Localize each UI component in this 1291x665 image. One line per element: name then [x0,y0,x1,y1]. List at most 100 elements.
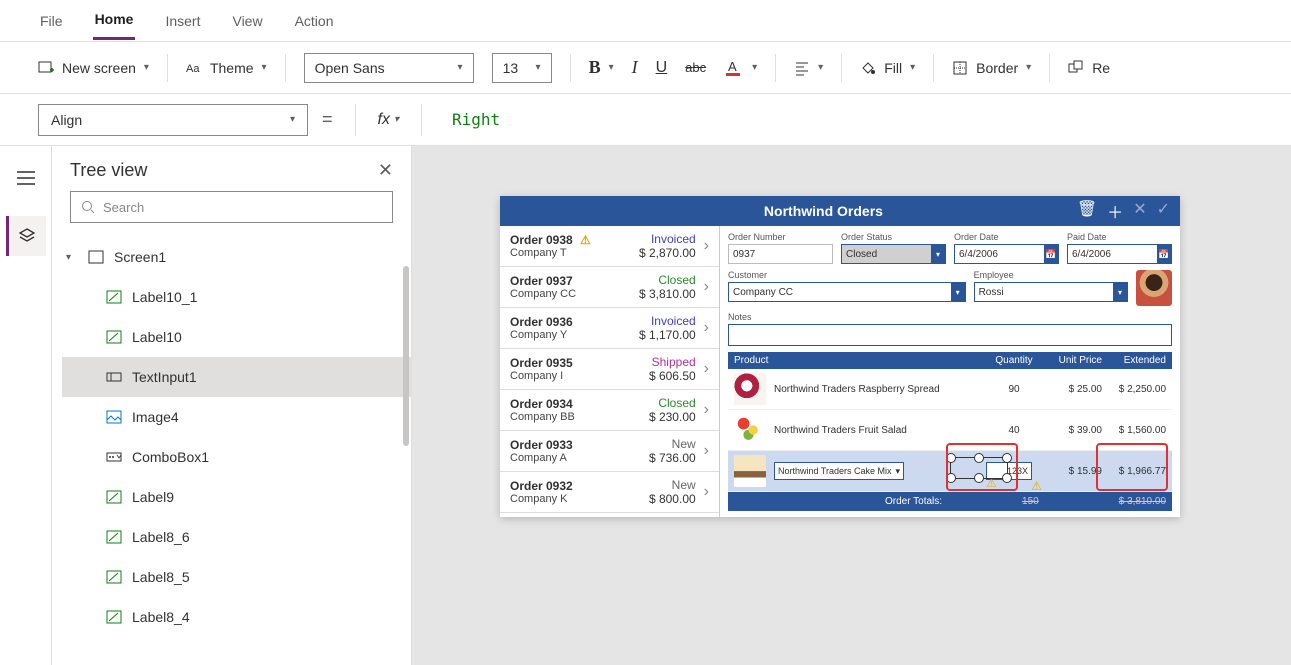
order-list-item[interactable]: Order 0938 ⚠Company TInvoiced$ 2,870.00› [500,226,719,267]
label-icon [106,570,122,584]
order-list-item[interactable]: Order 0934Company BBClosed$ 230.00› [500,390,719,431]
tab-home[interactable]: Home [93,1,136,40]
align-button[interactable]: ▾ [794,60,823,76]
product-thumbnail [734,414,766,446]
design-canvas[interactable]: Northwind Orders 🗑 ＋ ✕ ✓ Order 0938 ⚠Com… [412,146,1291,665]
quantity-value: 40 [986,425,1042,436]
property-select[interactable]: Align ▾ [38,104,308,136]
chevron-down-icon: ▾ [458,62,463,73]
strikethrough-icon: abc [685,60,706,75]
chevron-down-icon: ▾ [144,62,149,73]
order-list-item[interactable]: Order 0937Company CCClosed$ 3,810.00› [500,267,719,308]
tree-item-image4[interactable]: Image4 [62,397,411,437]
tree-search-input[interactable]: Search [70,191,393,223]
tree-item-label: Label10_1 [132,289,197,305]
reorder-label: Re [1092,60,1110,76]
order-date-input[interactable]: 6/4/2006📅 [954,244,1059,264]
tree-item-screen1[interactable]: ▾ Screen1 [62,237,411,277]
italic-button[interactable]: I [632,57,638,78]
bold-button[interactable]: B▾ [589,57,614,78]
totals-amount: $ 3,810.00 [1119,496,1166,507]
search-icon [81,200,95,214]
hamburger-icon [17,171,35,185]
fill-label: Fill [884,60,902,76]
label-icon [106,530,122,544]
paid-date-label: Paid Date [1067,232,1172,242]
totals-qty: 150 [1022,496,1039,507]
border-button[interactable]: Border ▾ [952,60,1031,76]
tree-item-label8-5[interactable]: Label8_5 [62,557,411,597]
font-select[interactable]: Open Sans ▾ [304,53,474,83]
employee-select[interactable]: Rossi▾ [974,282,1128,302]
tab-file[interactable]: File [38,3,65,39]
hamburger-button[interactable] [6,158,46,198]
tree-item-textinput1[interactable]: TextInput1 [62,357,411,397]
chevron-down-icon: ▾ [262,62,267,73]
chevron-right-icon: › [696,319,709,337]
customer-select[interactable]: Company CC▾ [728,282,966,302]
app-title: Northwind Orders [570,203,1077,219]
font-color-button[interactable]: A ▾ [724,58,757,78]
line-item-selected[interactable]: Northwind Traders Cake Mix▾ 123X ⚠ $ 15.… [728,451,1172,492]
warning-icon: ⚠ [1031,479,1042,493]
confirm-icon[interactable]: ✓ [1157,199,1170,223]
home-toolbar: New screen ▾ Aa Theme ▾ Open Sans ▾ 13 ▾… [0,42,1291,94]
tree-view-rail-button[interactable] [6,216,46,256]
add-icon[interactable]: ＋ [1107,199,1123,223]
order-number-value: 0937 [728,244,833,264]
chevron-down-icon: ▾ [910,62,915,73]
reorder-button[interactable]: Re [1068,60,1110,76]
paid-date-input[interactable]: 6/4/2006📅 [1067,244,1172,264]
product-select[interactable]: Northwind Traders Cake Mix▾ [774,462,904,480]
theme-button[interactable]: Aa Theme ▾ [186,60,267,76]
font-size-select[interactable]: 13 ▾ [492,53,552,83]
order-totals-row: Order Totals: 150 $ 3,810.00 [728,492,1172,511]
highlight-box [1096,443,1168,491]
svg-text:Aa: Aa [186,63,200,75]
formula-input[interactable]: Right [452,110,500,129]
tree-item-combobox1[interactable]: ComboBox1 [62,437,411,477]
separator [775,54,776,82]
line-item[interactable]: Northwind Traders Raspberry Spread90$ 25… [728,369,1172,410]
chevron-down-icon: ▾ [536,62,541,73]
font-size-value: 13 [503,60,519,76]
tree-item-label8-4[interactable]: Label8_4 [62,597,411,637]
tab-view[interactable]: View [230,3,264,39]
strikethrough-button[interactable]: abc [685,60,706,75]
order-status-select[interactable]: Closed▾ [841,244,946,264]
product-thumbnail [734,373,766,405]
border-label: Border [976,60,1018,76]
employee-label: Employee [974,270,1128,280]
separator [355,104,356,136]
underline-icon: U [656,59,668,77]
calendar-icon: 📅 [1044,245,1058,263]
separator [421,104,422,136]
fill-button[interactable]: Fill ▾ [860,60,915,76]
order-list-item[interactable]: Order 0935Company IShipped$ 606.50› [500,349,719,390]
underline-button[interactable]: U [656,59,668,77]
tab-insert[interactable]: Insert [163,3,202,39]
order-list-item[interactable]: Order 0932Company KNew$ 800.00› [500,472,719,513]
close-panel-button[interactable]: ✕ [378,160,393,181]
unit-price-value: $ 15.99 [1042,466,1102,477]
unit-price-value: $ 39.00 [1042,425,1102,436]
tree-item-label10-1[interactable]: Label10_1 [62,277,411,317]
notes-input[interactable] [728,324,1172,346]
chevron-down-icon: ▾ [290,114,295,125]
tree-item-label8-6[interactable]: Label8_6 [62,517,411,557]
new-screen-button[interactable]: New screen ▾ [38,60,149,76]
order-list-item[interactable]: Order 0933Company ANew$ 736.00› [500,431,719,472]
delete-icon[interactable]: 🗑 [1077,199,1097,223]
scrollbar-thumb[interactable] [403,266,409,446]
tree-item-label: Image4 [132,409,179,425]
tree-item-label: Screen1 [114,249,166,265]
chevron-right-icon: › [696,442,709,460]
order-list-item[interactable]: Order 0936Company YInvoiced$ 1,170.00› [500,308,719,349]
layers-icon [18,227,36,245]
tab-action[interactable]: Action [293,3,336,39]
fx-button[interactable]: fx▾ [378,111,399,129]
tree-item-label10[interactable]: Label10 [62,317,411,357]
tree-item-label9[interactable]: Label9 [62,477,411,517]
cancel-icon[interactable]: ✕ [1133,199,1146,223]
warning-icon: ⚠ [580,233,591,247]
